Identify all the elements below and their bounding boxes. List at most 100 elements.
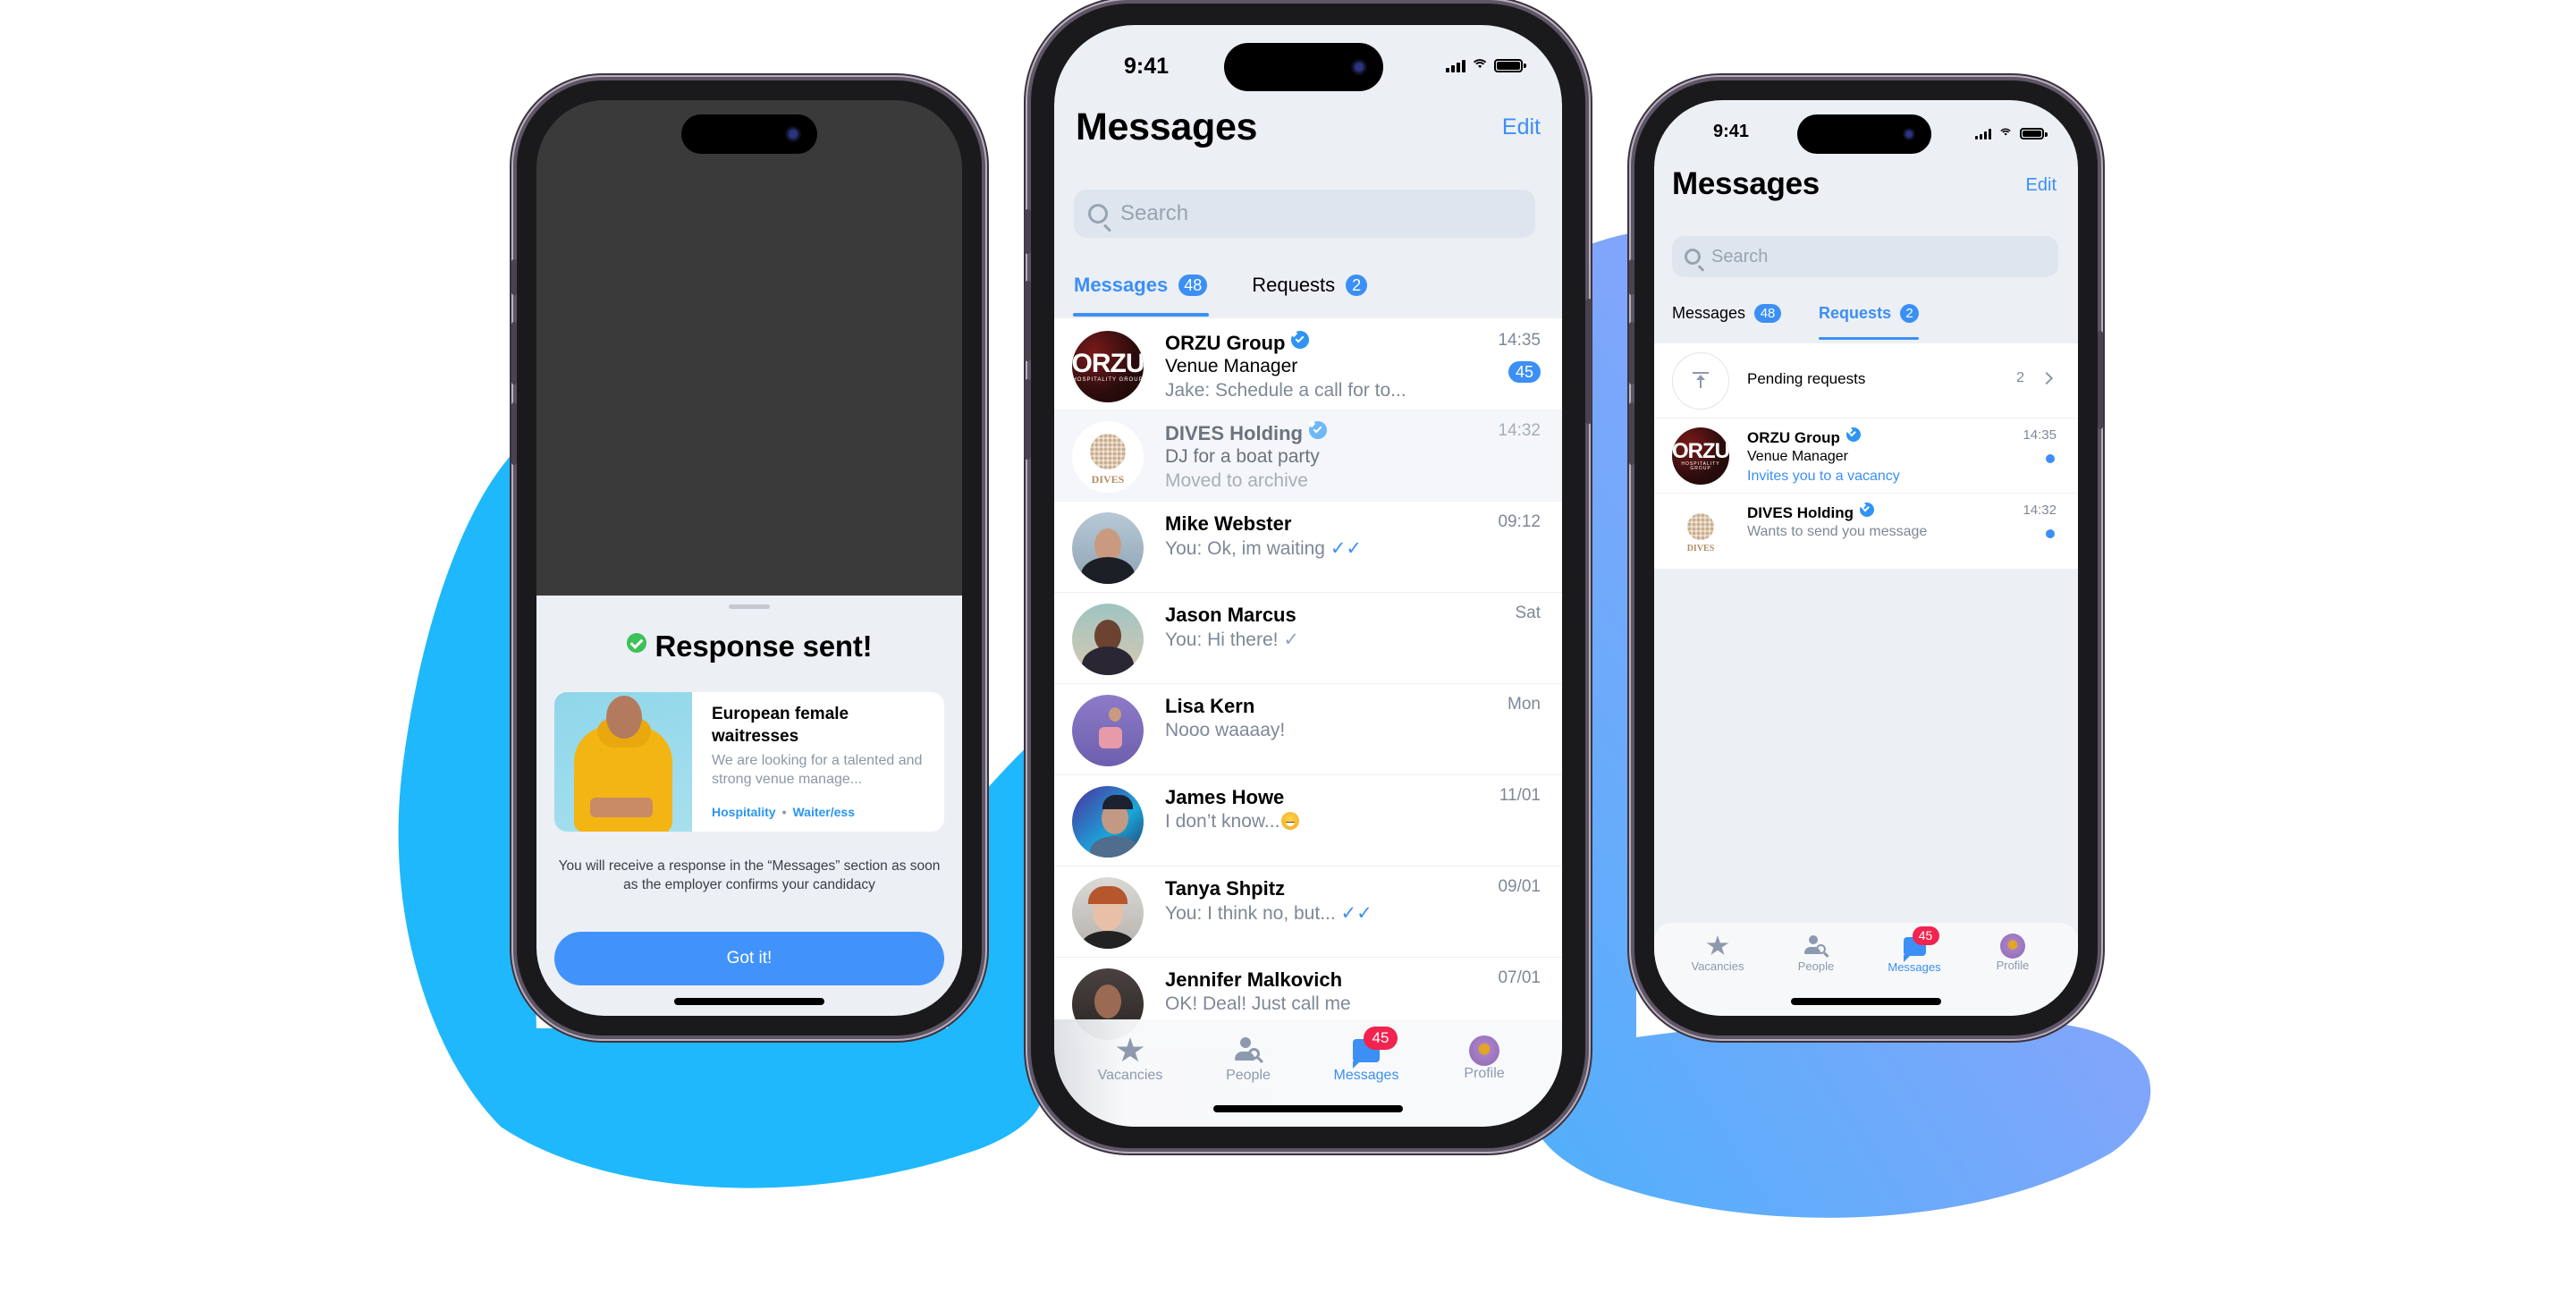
tabbar-messages[interactable]: 45 Messages [1308,1027,1424,1084]
conversation-row[interactable]: Lisa Kern Nooo waaaay! Mon [1054,684,1562,775]
chat-bubble-icon: 45 [1353,1027,1398,1069]
sheet-grabber[interactable] [729,604,770,609]
wifi-icon [1471,59,1489,72]
conversation-row[interactable]: Jason Marcus You: Hi there! ✓ Sat [1054,593,1562,684]
phone-right: 9:41 Messages Edit Search Messages 48 Re… [1629,80,2103,1035]
page-title: Messages [1076,106,1258,148]
tabbar-messages[interactable]: 45 Messages [1865,926,1964,974]
sheet-note: You will receive a response in the “Mess… [558,858,941,892]
read-receipt-icon: ✓✓ [1340,903,1372,924]
message-preview: You: Hi there! ✓ [1165,630,1299,650]
messages-badge: 45 [1912,926,1939,945]
request-row[interactable]: DIVES DIVES Holding Wants to send you me… [1654,494,2078,569]
search-input[interactable]: Search [1074,190,1535,238]
tab-messages[interactable]: Messages 48 [1073,274,1210,317]
message-time: 14:35 [1498,331,1541,350]
unread-dot [2046,454,2055,463]
tab-requests[interactable]: Requests 2 [1252,274,1368,297]
message-time: Mon [1508,695,1541,714]
search-icon [1685,249,1705,272]
tab-underline [1819,337,1920,340]
grinning-face-emoji-icon [1281,812,1300,830]
request-preview: Wants to send you message [1747,524,1928,539]
tabbar-vacancies[interactable]: Vacancies [1668,935,1767,973]
status-icons [1446,59,1526,72]
people-search-icon [1803,935,1829,959]
status-bar: 9:41 [1654,100,2078,172]
avatar: DIVES [1672,503,1729,560]
avatar [1072,695,1144,766]
tab-badge: 48 [1178,275,1208,296]
message-preview: OK! Deal! Just call me [1165,993,1351,1014]
search-icon [1088,204,1112,232]
people-search-icon [1233,1037,1264,1064]
conversation-row[interactable]: DIVES DIVES Holding DJ for a boat party … [1054,410,1562,502]
side-button [1585,299,1592,424]
search-input[interactable]: Search [1672,236,2058,277]
message-preview: Nooo waaaay! [1165,720,1286,740]
contact-name: DIVES Holding [1165,421,1327,445]
message-time: Sat [1515,604,1541,622]
tabs: Messages 48 Requests 2 [1672,304,1920,340]
contact-name: Jason Marcus [1165,604,1296,626]
star-icon [1706,935,1729,955]
message-preview: Moved to archive [1165,470,1308,491]
contact-name: Lisa Kern [1165,695,1255,717]
page-title: Messages [1672,166,1820,201]
message-preview: You: Ok, im waiting ✓✓ [1165,538,1363,559]
conversation-list: ORZU HOSPITALITY GROUP ORZU Group Venue M… [1054,318,1562,1049]
status-icons [1975,127,2048,140]
contact-name: James Howe [1165,786,1285,808]
request-preview: Invites you to a vacancy [1747,469,1900,484]
conversation-row[interactable]: Mike Webster You: Ok, im waiting ✓✓ 09:1… [1054,502,1562,593]
edit-button[interactable]: Edit [2026,175,2057,196]
tab-requests[interactable]: Requests 2 [1819,304,1920,340]
got-it-button[interactable]: Got it! [554,932,944,985]
verified-badge-icon [1309,421,1327,439]
camera-icon [785,126,801,142]
side-button [2098,331,2103,429]
conversation-row[interactable]: Tanya Shpitz You: I think no, but... ✓✓ … [1054,866,1562,958]
tabbar-people[interactable]: People [1767,935,1865,973]
tabbar-profile[interactable]: Profile [1964,934,2062,972]
tabbar-vacancies[interactable]: Vacancies [1072,1037,1188,1084]
chevron-right-icon [2040,371,2054,385]
messages-badge: 45 [1364,1027,1398,1050]
tabbar-profile[interactable]: Profile [1426,1035,1542,1082]
vacancy-subtitle: Venue Manager [1165,356,1298,376]
unread-dot [2046,529,2055,538]
signal-icon [1446,59,1465,72]
edit-button[interactable]: Edit [1502,114,1541,140]
message-time: 11/01 [1499,786,1541,805]
tab-messages[interactable]: Messages 48 [1672,304,1782,323]
wifi-icon [1998,129,2013,139]
tabbar-people[interactable]: People [1190,1037,1306,1084]
tab-label: Requests [1819,304,1892,322]
message-time: 09:12 [1498,512,1541,531]
conversation-row[interactable]: ORZU HOSPITALITY GROUP ORZU Group Venue M… [1054,318,1562,410]
contact-name: Tanya Shpitz [1165,877,1286,900]
message-preview: I don’t know... [1165,811,1300,832]
tab-badge: 2 [1346,275,1368,296]
contact-name: Mike Webster [1165,512,1292,535]
check-circle-icon [626,633,646,653]
pending-requests-row[interactable]: Pending requests 2 [1654,343,2078,418]
vacancy-card[interactable]: European female waitresses We are lookin… [554,692,944,832]
screen: 9:41 Messages Edit Search Messages 48 Re… [1054,25,1562,1127]
pending-label: Pending requests [1747,370,1866,387]
request-row[interactable]: ORZU HOSPITALITY GROUP ORZU Group Venue M… [1654,418,2078,494]
battery-icon [1494,59,1526,72]
verified-badge-icon [1845,427,1861,442]
unread-count-badge: 45 [1508,361,1541,383]
message-preview: Jake: Schedule a call for to... [1165,380,1406,401]
side-button [511,259,517,295]
tabbar-label: Profile [1464,1066,1505,1081]
profile-avatar [2000,934,2025,959]
verified-badge-icon [1860,503,1874,517]
tabbar-label: Vacancies [1097,1068,1163,1083]
vacancy-photo [554,692,692,832]
sheet-title: Response sent! [536,630,962,663]
signal-icon [1975,128,1991,139]
conversation-row[interactable]: James Howe I don’t know... 11/01 [1054,775,1562,866]
response-sheet: Response sent! European female waitresse… [536,596,962,1016]
